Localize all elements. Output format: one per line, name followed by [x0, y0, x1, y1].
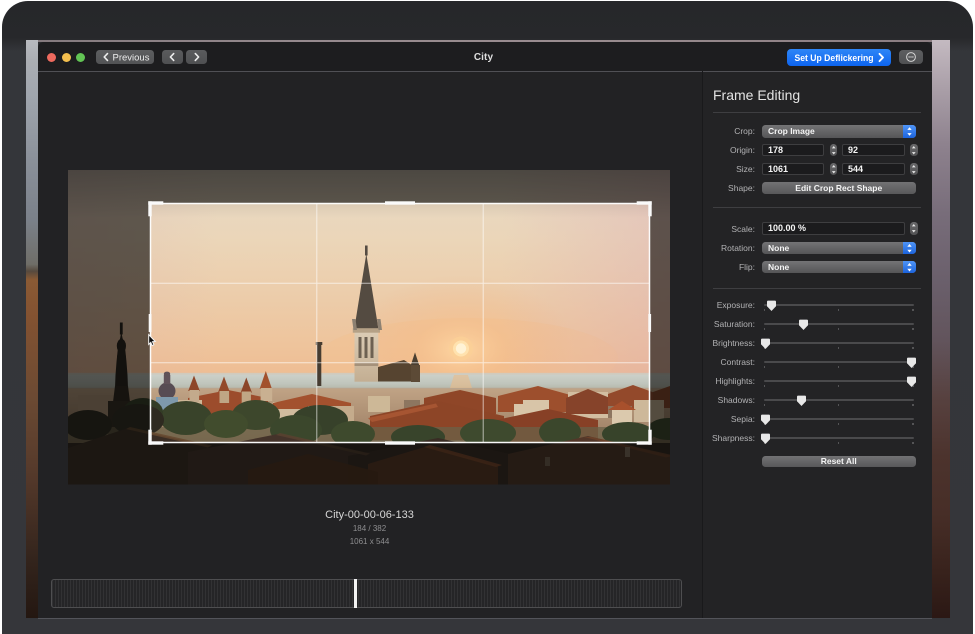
svg-text:Set Up Deflickering: Set Up Deflickering	[795, 52, 874, 63]
svg-text:Previous: Previous	[113, 52, 150, 63]
